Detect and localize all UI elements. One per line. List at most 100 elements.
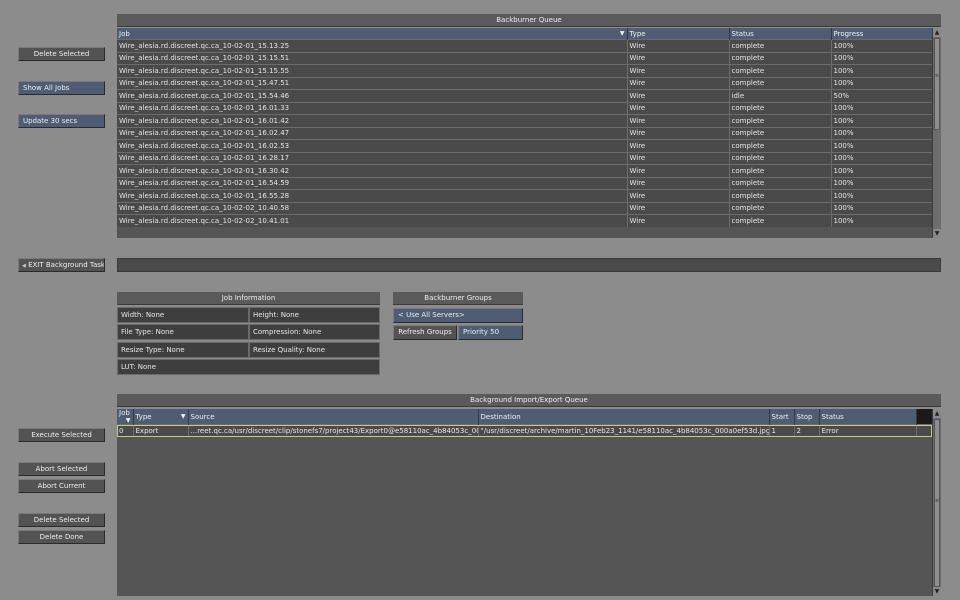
backburner-queue-scrollbar[interactable]: ▲ ≡ ▼	[932, 28, 941, 238]
column-header-job[interactable]: Job ▼	[117, 409, 134, 425]
column-header-status[interactable]: Status	[729, 28, 832, 40]
update-interval-button[interactable]: Update 30 secs	[18, 114, 105, 128]
sort-down-icon: ▼	[125, 417, 131, 424]
table-row[interactable]: Wire_alesia.rd.discreet.qc.ca_10-02-01_1…	[117, 76, 932, 90]
cell-job: Wire_alesia.rd.discreet.qc.ca_10-02-01_1…	[117, 139, 628, 152]
cell-job: Wire_alesia.rd.discreet.qc.ca_10-02-01_1…	[117, 101, 628, 115]
column-header-source[interactable]: Source	[188, 409, 479, 425]
column-header-job[interactable]: Job ▼	[117, 28, 628, 40]
cell-type: Wire	[627, 189, 730, 202]
show-all-jobs-button[interactable]: Show All Jobs	[18, 81, 105, 95]
scroll-thumb[interactable]: ≡	[934, 419, 940, 587]
column-header-start[interactable]: Start	[769, 409, 795, 425]
cell-progress: 100%	[831, 51, 932, 65]
cell-status: complete	[729, 214, 832, 227]
cell-progress: 100%	[831, 139, 932, 152]
job-lut-field: LUT: None	[117, 359, 380, 375]
cell-type: Wire	[627, 51, 730, 65]
exit-background-tasks-button[interactable]: ◀ EXIT Background Tasks	[18, 258, 105, 272]
table-row[interactable]: Wire_alesia.rd.discreet.qc.ca_10-02-01_1…	[117, 164, 932, 177]
cell-status: complete	[729, 176, 832, 190]
table-row[interactable]: Wire_alesia.rd.discreet.qc.ca_10-02-01_1…	[117, 189, 932, 202]
column-header-destination[interactable]: Destination	[478, 409, 770, 425]
column-header-status[interactable]: Status	[819, 409, 917, 425]
abort-current-button[interactable]: Abort Current	[18, 479, 105, 493]
cell-type: Wire	[627, 39, 730, 52]
cell-status: idle	[729, 89, 832, 102]
column-header-type[interactable]: Type ▼	[133, 409, 189, 425]
cell-status: complete	[729, 126, 832, 140]
cell-job: Wire_alesia.rd.discreet.qc.ca_10-02-01_1…	[117, 64, 628, 77]
cell-status: complete	[729, 164, 832, 177]
scroll-up-icon[interactable]: ▲	[933, 409, 941, 418]
table-row[interactable]: Wire_alesia.rd.discreet.qc.ca_10-02-02_1…	[117, 214, 932, 227]
job-information-title: Job Information	[117, 292, 380, 305]
cell-progress: 100%	[831, 201, 932, 215]
cell-status: complete	[729, 139, 832, 152]
delete-selected-button[interactable]: Delete Selected	[18, 47, 105, 61]
cell-destination: "/usr/discreet/archive/martin_10Feb23_11…	[478, 424, 770, 437]
cell-progress: 100%	[831, 164, 932, 177]
cell-type: Wire	[627, 101, 730, 115]
cell-type: Wire	[627, 126, 730, 140]
cell-job: Wire_alesia.rd.discreet.qc.ca_10-02-01_1…	[117, 39, 628, 52]
job-resize-quality-field: Resize Quality: None	[249, 342, 380, 358]
server-group-dropdown[interactable]: < Use All Servers>	[393, 308, 523, 323]
cell-job: Wire_alesia.rd.discreet.qc.ca_10-02-01_1…	[117, 164, 628, 177]
backburner-queue-table[interactable]: Job ▼ Type Status Progress Wire_alesia.r…	[117, 28, 932, 238]
table-row[interactable]: Wire_alesia.rd.discreet.qc.ca_10-02-01_1…	[117, 176, 932, 190]
column-header-progress[interactable]: Progress	[831, 28, 932, 40]
column-header-type[interactable]: Type	[627, 28, 730, 40]
scroll-down-icon[interactable]: ▼	[933, 587, 941, 596]
import-export-queue-title: Background Import/Export Queue	[117, 394, 941, 407]
cell-job: 0	[117, 424, 134, 437]
cell-progress: 100%	[831, 39, 932, 52]
execute-selected-button[interactable]: Execute Selected	[18, 428, 105, 442]
import-export-queue-scrollbar[interactable]: ▲ ≡ ▼	[932, 409, 941, 596]
priority-field[interactable]: Priority 50	[458, 325, 523, 340]
cell-status: complete	[729, 189, 832, 202]
delete-selected-button-2[interactable]: Delete Selected	[18, 513, 105, 527]
table-row[interactable]: 0 Export ...reet.qc.ca/usr/discreet/clip…	[117, 424, 932, 437]
table-row[interactable]: Wire_alesia.rd.discreet.qc.ca_10-02-01_1…	[117, 89, 932, 102]
cell-progress: 100%	[831, 114, 932, 127]
cell-progress: 100%	[831, 64, 932, 77]
scroll-thumb[interactable]: ≡	[934, 38, 940, 130]
table-row[interactable]: Wire_alesia.rd.discreet.qc.ca_10-02-01_1…	[117, 139, 932, 152]
cell-job: Wire_alesia.rd.discreet.qc.ca_10-02-01_1…	[117, 51, 628, 65]
cell-type: Wire	[627, 76, 730, 90]
table-row[interactable]: Wire_alesia.rd.discreet.qc.ca_10-02-01_1…	[117, 39, 932, 52]
cell-progress: 100%	[831, 214, 932, 227]
job-resize-type-field: Resize Type: None	[117, 342, 249, 358]
table-row[interactable]: Wire_alesia.rd.discreet.qc.ca_10-02-01_1…	[117, 114, 932, 127]
refresh-groups-button[interactable]: Refresh Groups	[393, 325, 457, 340]
cell-job: Wire_alesia.rd.discreet.qc.ca_10-02-01_1…	[117, 151, 628, 165]
cell-progress: 100%	[831, 151, 932, 165]
cell-type: Wire	[627, 89, 730, 102]
cell-job: Wire_alesia.rd.discreet.qc.ca_10-02-01_1…	[117, 176, 628, 190]
table-row[interactable]: Wire_alesia.rd.discreet.qc.ca_10-02-01_1…	[117, 151, 932, 165]
sort-down-icon: ▼	[619, 29, 625, 37]
table-row[interactable]: Wire_alesia.rd.discreet.qc.ca_10-02-01_1…	[117, 126, 932, 140]
abort-selected-button[interactable]: Abort Selected	[18, 462, 105, 476]
job-height-field: Height: None	[249, 307, 380, 323]
collapse-arrow-icon: ◀	[22, 263, 26, 269]
table-row[interactable]: Wire_alesia.rd.discreet.qc.ca_10-02-01_1…	[117, 64, 932, 77]
cell-status: complete	[729, 76, 832, 90]
import-export-queue-table[interactable]: Job ▼ Type ▼ Source Destination Start St…	[117, 409, 932, 596]
scroll-down-icon[interactable]: ▼	[933, 229, 941, 238]
job-file-type-field: File Type: None	[117, 324, 249, 340]
cell-status: Error	[819, 424, 917, 437]
delete-done-button[interactable]: Delete Done	[18, 530, 105, 544]
cell-progress: 100%	[831, 189, 932, 202]
cell-type: Wire	[627, 176, 730, 190]
table-row[interactable]: Wire_alesia.rd.discreet.qc.ca_10-02-01_1…	[117, 51, 932, 65]
column-header-stop[interactable]: Stop	[794, 409, 820, 425]
cell-status: complete	[729, 101, 832, 115]
cell-type: Wire	[627, 114, 730, 127]
cell-spacer	[916, 424, 932, 437]
table-row[interactable]: Wire_alesia.rd.discreet.qc.ca_10-02-01_1…	[117, 101, 932, 115]
scroll-up-icon[interactable]: ▲	[933, 28, 941, 37]
cell-progress: 100%	[831, 176, 932, 190]
table-row[interactable]: Wire_alesia.rd.discreet.qc.ca_10-02-02_1…	[117, 201, 932, 215]
